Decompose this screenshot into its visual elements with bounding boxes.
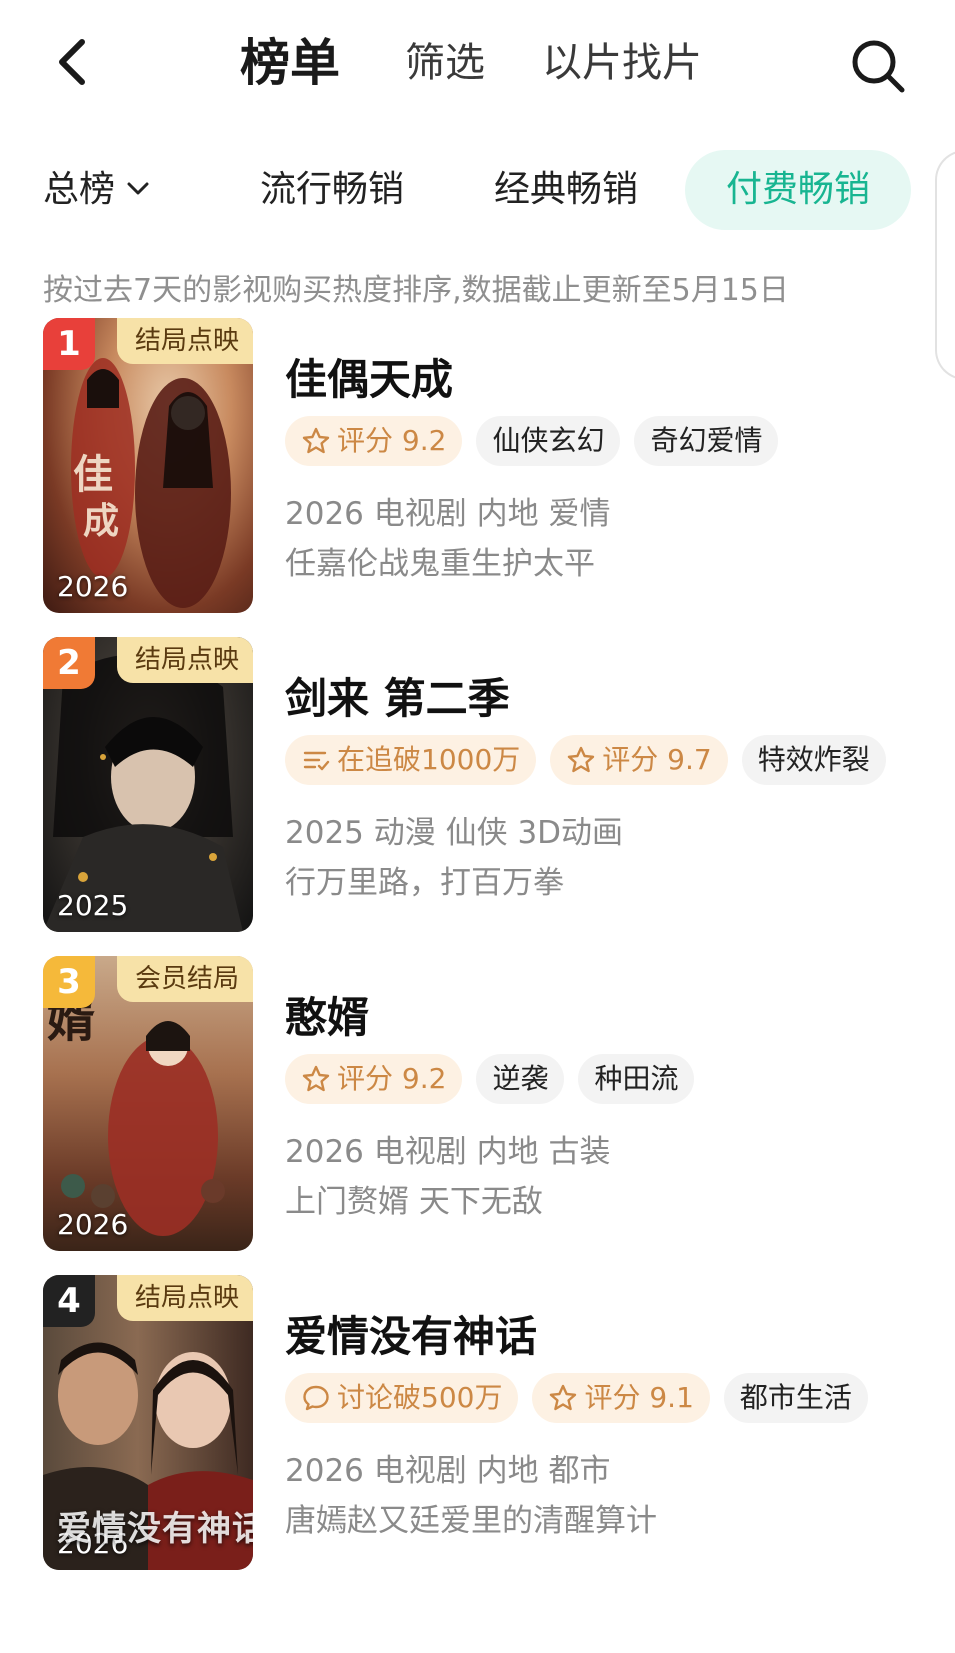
list-item[interactable]: 佳 成 1 结局点映 2026 佳偶天成 评分 9.2 仙侠玄幻 奇幻爱情 20… (0, 318, 930, 613)
item-title[interactable]: 憨婿 (285, 984, 369, 1045)
category-tabs: 总榜 流行畅销 经典畅销 付费畅销 (0, 150, 955, 230)
star-icon (302, 1065, 330, 1092)
top-nav-bar: 榜单 筛选 以片找片 (0, 0, 955, 130)
tag-row: 评分 9.2 逆袭 种田流 (285, 1054, 695, 1104)
genre-tag[interactable]: 特效炸裂 (741, 735, 886, 785)
item-title[interactable]: 剑来 第二季 (285, 665, 510, 726)
list-item[interactable]: 2 结局点映 2025 剑来 第二季 在追破1000万 评分 9.7 特效炸裂 … (0, 637, 930, 932)
svg-text:成: 成 (83, 500, 119, 542)
star-icon (550, 1384, 577, 1411)
rating-tag[interactable]: 评分 9.7 (550, 735, 728, 785)
status-badge: 会员结局 (116, 956, 253, 1002)
poster-year: 2026 (57, 1208, 129, 1241)
tab-rankings[interactable]: 榜单 (240, 28, 340, 98)
rank-badge: 2 (43, 637, 95, 689)
item-description: 行万里路，打百万拳 (285, 865, 564, 901)
category-all-dropdown[interactable]: 总榜 (43, 150, 153, 230)
item-description: 上门赘婿 天下无敌 (285, 1184, 543, 1220)
tag-row: 评分 9.2 仙侠玄幻 奇幻爱情 (285, 416, 779, 466)
tab-filter[interactable]: 筛选 (405, 28, 485, 98)
tag-row: 在追破1000万 评分 9.7 特效炸裂 (285, 735, 886, 785)
followers-tag[interactable]: 在追破1000万 (285, 735, 537, 785)
followers-text: 在追破1000万 (337, 743, 521, 776)
poster[interactable]: 佳 成 1 结局点映 2026 (43, 318, 253, 613)
chat-bubble-icon (303, 1385, 329, 1411)
category-paid[interactable]: 付费畅销 (685, 150, 911, 230)
item-title[interactable]: 佳偶天成 (285, 346, 453, 407)
search-icon (852, 40, 905, 93)
rank-badge: 1 (43, 318, 95, 370)
poster[interactable]: 婿 3 会员结局 2026 (43, 956, 253, 1251)
status-badge: 结局点映 (116, 1275, 253, 1321)
ranking-notice: 按过去7天的影视购买热度排序,数据截止更新至5月15日 (43, 273, 789, 308)
rating-tag[interactable]: 评分 9.2 (285, 1054, 463, 1104)
star-icon (302, 427, 330, 454)
rank-badge: 4 (43, 1275, 95, 1327)
category-classic[interactable]: 经典畅销 (494, 150, 638, 230)
search-button[interactable] (848, 36, 908, 96)
item-meta: 2026 电视剧 内地 爱情 (285, 496, 611, 532)
rating-text: 评分 9.2 (337, 424, 447, 457)
item-meta: 2025 动漫 仙侠 3D动画 (285, 815, 624, 851)
poster[interactable]: 2 结局点映 2025 (43, 637, 253, 932)
tag-row: 讨论破500万 评分 9.1 都市生活 (285, 1373, 868, 1423)
chevron-down-icon (127, 182, 149, 195)
side-panel-handle[interactable] (935, 150, 955, 380)
svg-text:佳: 佳 (73, 451, 113, 498)
rating-text: 评分 9.1 (584, 1381, 694, 1414)
star-icon (568, 746, 595, 773)
category-all-label: 总榜 (43, 169, 116, 210)
list-check-icon (303, 751, 330, 771)
genre-tag[interactable]: 种田流 (578, 1054, 695, 1104)
item-meta: 2026 电视剧 内地 古装 (285, 1134, 611, 1170)
discussion-text: 讨论破500万 (337, 1381, 503, 1414)
tab-find-similar[interactable]: 以片找片 (542, 28, 702, 98)
rank-badge: 3 (43, 956, 95, 1008)
item-meta: 2026 电视剧 内地 都市 (285, 1453, 611, 1489)
back-button[interactable] (48, 32, 108, 92)
genre-tag[interactable]: 奇幻爱情 (634, 416, 779, 466)
genre-tag[interactable]: 都市生活 (723, 1373, 868, 1423)
rating-tag[interactable]: 评分 9.2 (285, 416, 463, 466)
item-description: 任嘉伦战鬼重生护太平 (285, 546, 595, 582)
rating-text: 评分 9.2 (337, 1062, 447, 1095)
item-description: 唐嫣赵又廷爱里的清醒算计 (285, 1503, 657, 1539)
status-badge: 结局点映 (116, 637, 253, 683)
rating-tag[interactable]: 评分 9.1 (532, 1373, 710, 1423)
category-popular[interactable]: 流行畅销 (260, 150, 404, 230)
poster-year: 2026 (57, 570, 129, 603)
status-badge: 结局点映 (116, 318, 253, 364)
discussion-tag[interactable]: 讨论破500万 (285, 1373, 519, 1423)
chevron-left-icon (59, 39, 85, 85)
genre-tag[interactable]: 逆袭 (476, 1054, 565, 1104)
list-item[interactable]: 4 结局点映 2026 爱情没有神话 爱情没有神话 讨论破500万 评分 9.1… (0, 1275, 930, 1570)
item-title[interactable]: 爱情没有神话 (285, 1303, 537, 1364)
poster-title-overlay: 爱情没有神话 (57, 1509, 253, 1549)
poster[interactable]: 4 结局点映 2026 爱情没有神话 (43, 1275, 253, 1570)
genre-tag[interactable]: 仙侠玄幻 (476, 416, 621, 466)
rating-text: 评分 9.7 (602, 743, 712, 776)
list-item[interactable]: 婿 3 会员结局 2026 憨婿 评分 9.2 逆袭 种田流 2026 电视剧 … (0, 956, 930, 1251)
poster-year: 2025 (57, 889, 129, 922)
